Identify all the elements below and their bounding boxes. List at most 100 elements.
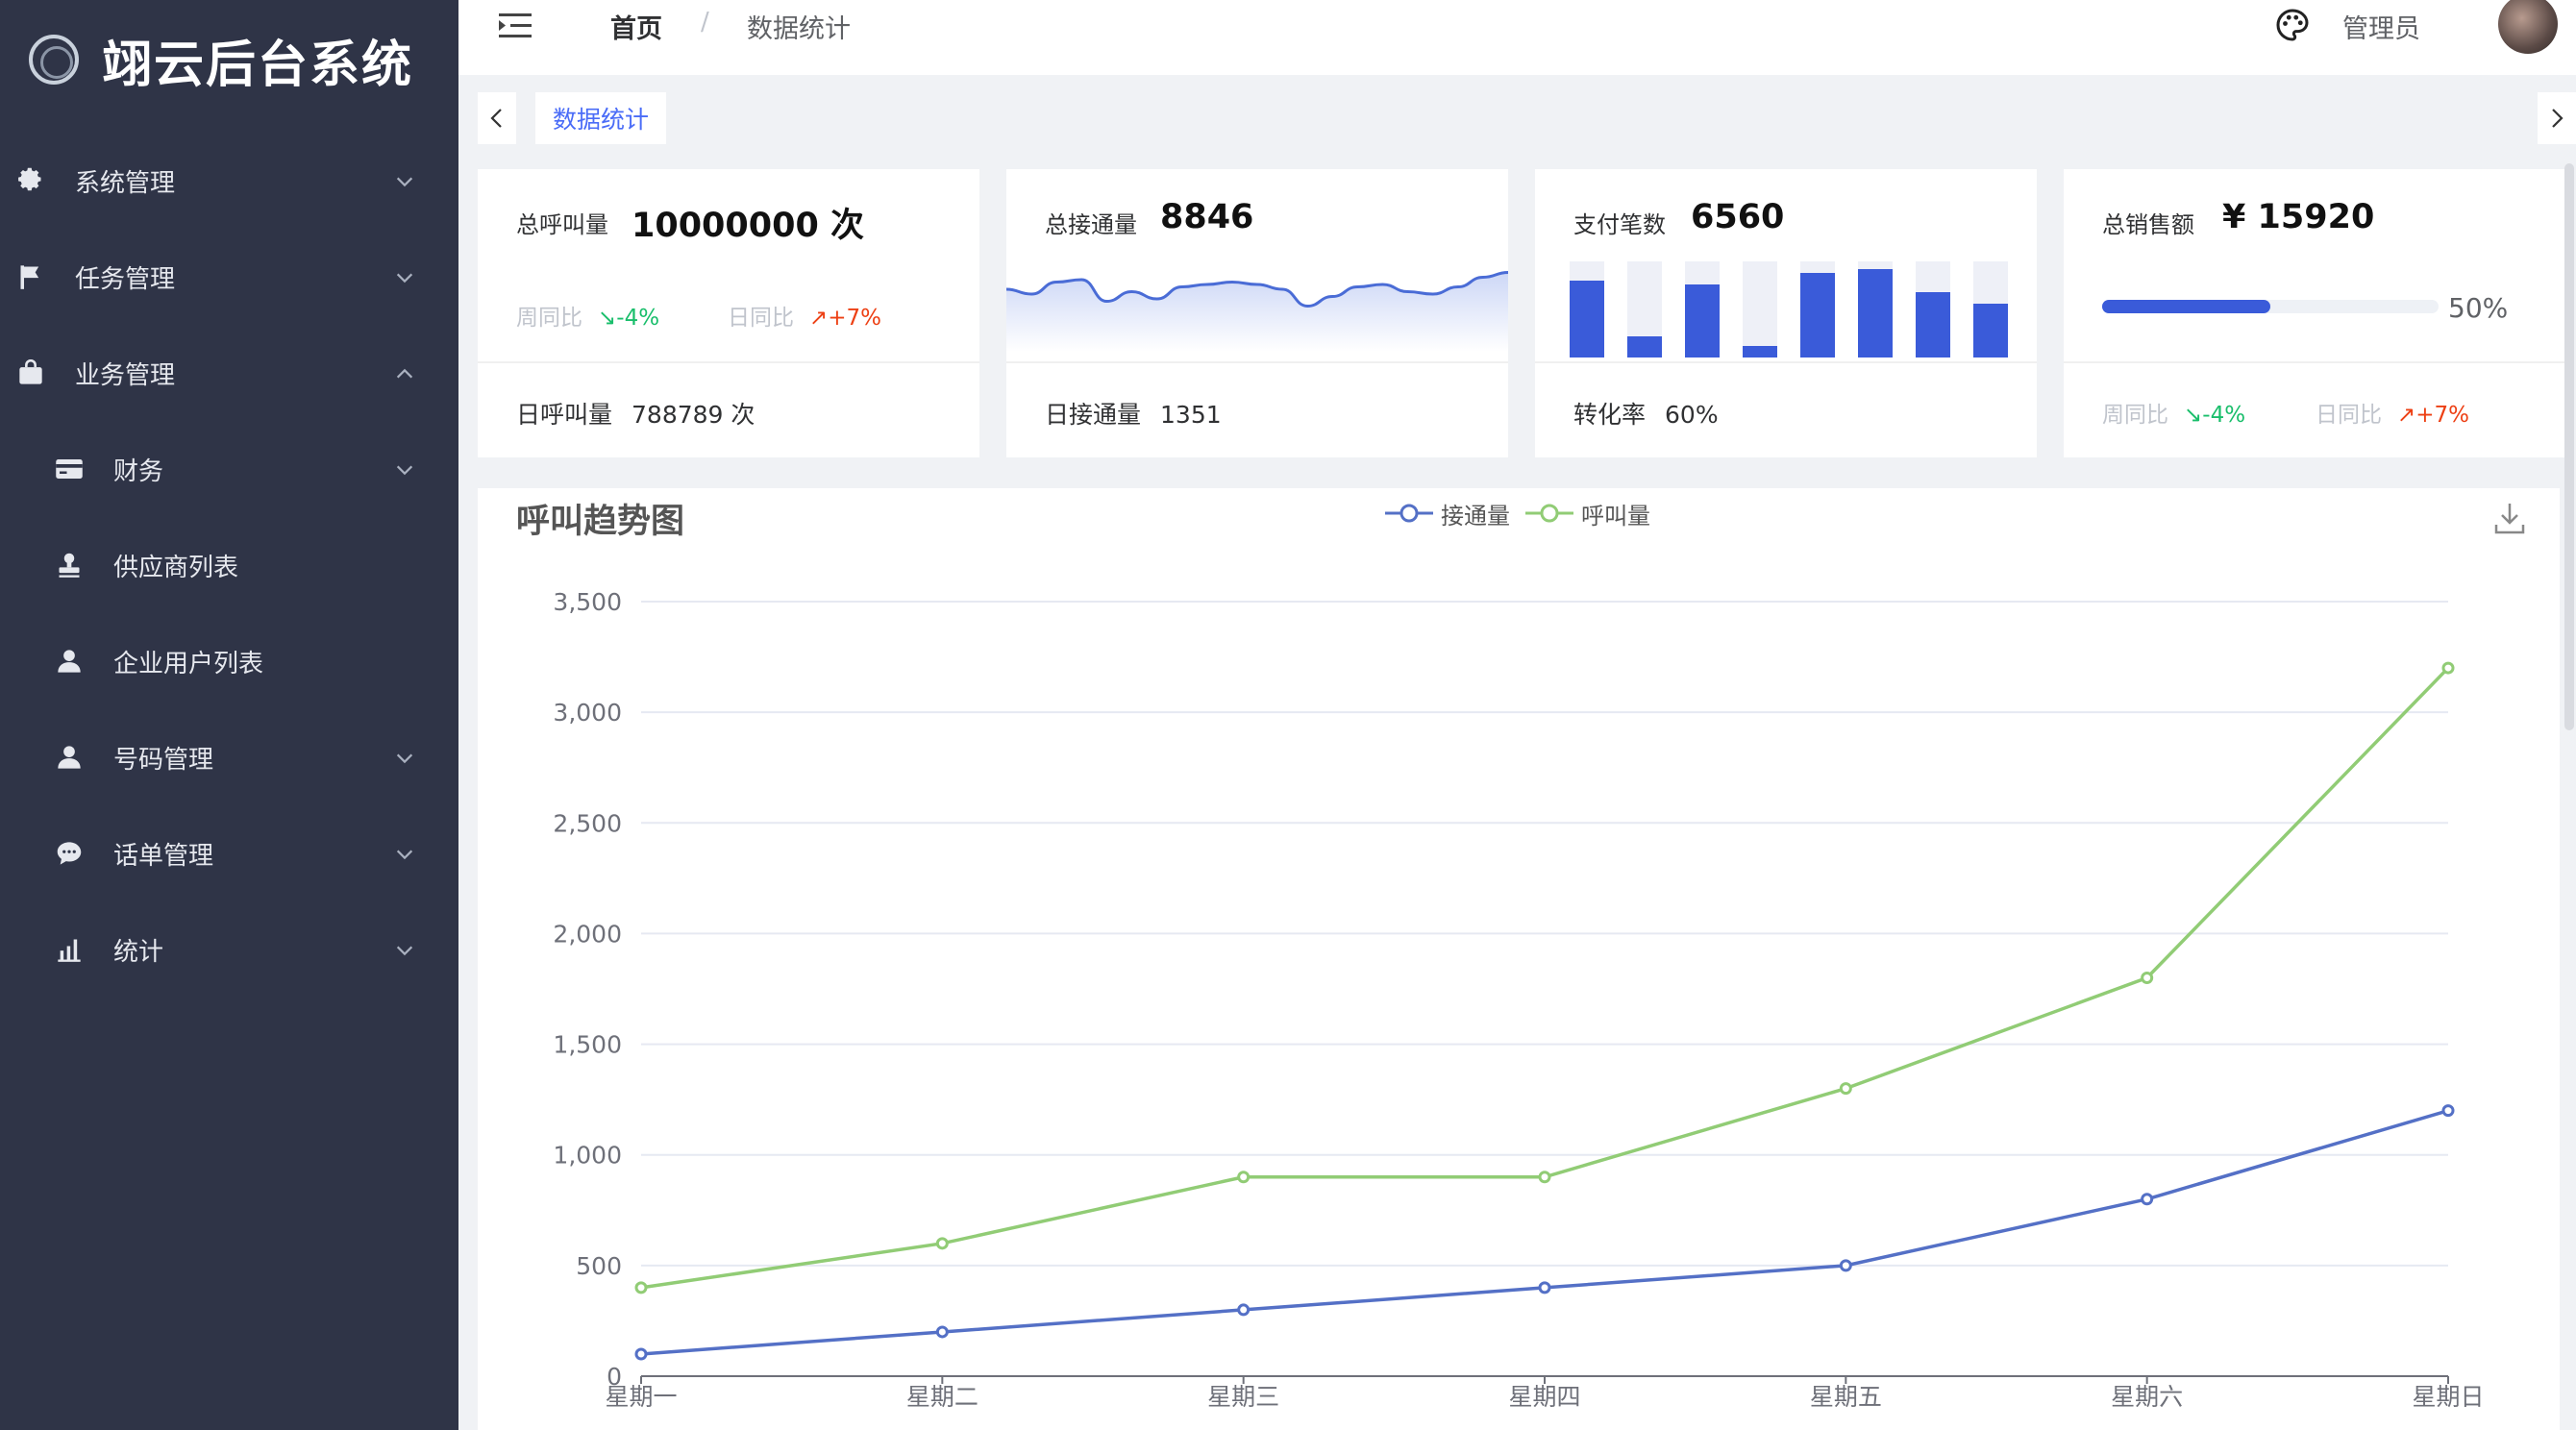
sidebar-item-system[interactable]: 系统管理	[0, 133, 458, 229]
chevron-down-icon	[394, 266, 415, 287]
card-payments: 支付笔数 6560 转化率 60%	[1535, 169, 2037, 457]
sidebar-item-suppliers[interactable]: 供应商列表	[0, 517, 458, 613]
call-trend-chart: 05001,0001,5002,0002,5003,0003,500星期一 星期二…	[553, 588, 2484, 1411]
sidebar-item-business[interactable]: 业务管理	[0, 325, 458, 421]
sidebar-item-enterprise-users[interactable]: 企业用户列表	[0, 613, 458, 709]
x-tick-label: 星期六	[2111, 1383, 2183, 1411]
sidebar: 翊云后台系统 系统管理 任务管理 业务管理 财务 供应商列表 企业用户列表 号码…	[0, 0, 458, 1430]
chevron-left-icon	[490, 109, 502, 128]
legend-label: 呼叫量	[1581, 502, 1650, 530]
card-title: 总呼叫量	[516, 211, 608, 238]
card-total-sales: 总销售额 ¥ 15920 50% 周同比 ↘-4% 日同比 ↗+7%	[2064, 169, 2565, 457]
legend-marker-connected	[1385, 504, 1433, 523]
day-compare: 日同比 ↗+7%	[728, 299, 881, 332]
mini-bar	[1800, 273, 1835, 358]
legend-item-calls[interactable]: 呼叫量	[1525, 497, 1650, 530]
username-label[interactable]: 管理员	[2342, 8, 2420, 45]
sidebar-item-label: 财务	[113, 456, 164, 486]
data-point[interactable]	[1237, 1171, 1251, 1184]
x-tick-label: 星期四	[1508, 1383, 1580, 1411]
palette-icon[interactable]	[2275, 8, 2310, 42]
x-tick-label: 星期日	[2412, 1383, 2484, 1411]
card-footer: 日接通量 1351	[1045, 396, 1222, 431]
user-icon	[54, 646, 85, 677]
day-compare-value: ↗+7%	[809, 306, 882, 331]
data-point[interactable]	[2141, 971, 2154, 984]
mini-bar-chart	[1570, 261, 2008, 358]
menu-toggle-icon[interactable]	[499, 12, 533, 40]
tab-data-statistics[interactable]: 数据统计	[535, 92, 666, 144]
progress-label: 50%	[2448, 292, 2509, 324]
legend-item-connected[interactable]: 接通量	[1385, 497, 1510, 530]
breadcrumb-home[interactable]: 首页	[610, 8, 662, 45]
download-icon[interactable]	[2492, 500, 2527, 536]
data-point[interactable]	[1839, 1082, 1852, 1096]
card-footer-label: 日呼叫量	[516, 401, 613, 429]
flag-icon	[15, 261, 46, 292]
tabs-scroll-right[interactable]	[2538, 92, 2576, 144]
data-point[interactable]	[1839, 1259, 1852, 1272]
app-title: 翊云后台系统	[102, 36, 414, 94]
card-footer-value: 1351	[1160, 401, 1222, 429]
chart-title: 呼叫趋势图	[516, 503, 685, 541]
call-trend-panel: 0 500 1,000 1,500 2,000 2,500 3,000 3,500 星期一 星期二…	[478, 488, 2560, 1430]
chevron-down-icon	[394, 458, 415, 480]
data-point[interactable]	[634, 1347, 648, 1361]
card-footer-value: 60%	[1665, 401, 1719, 429]
bar-chart-icon	[54, 934, 85, 965]
data-point[interactable]	[2141, 1193, 2154, 1206]
legend-label: 接通量	[1441, 502, 1510, 530]
day-compare-value: ↗+7%	[2397, 403, 2470, 428]
divider	[2064, 361, 2565, 363]
sidebar-item-statistics[interactable]: 统计	[0, 901, 458, 998]
card-total-calls: 总呼叫量 10000000 次 周同比 ↘-4% 日同比 ↗+7% 日呼叫量 7887…	[478, 169, 979, 457]
chevron-down-icon	[394, 747, 415, 768]
data-point[interactable]	[1538, 1171, 1551, 1184]
data-point[interactable]	[634, 1281, 648, 1294]
chevron-down-icon	[394, 843, 415, 864]
sidebar-item-label: 业务管理	[75, 360, 176, 390]
y-tick-label: 2,000	[553, 920, 622, 948]
x-tick-label: 星期一	[605, 1383, 677, 1411]
gear-icon	[15, 165, 46, 196]
day-compare-label: 日同比	[728, 306, 794, 331]
card-title: 总销售额	[2102, 211, 2194, 238]
data-point[interactable]	[2441, 1104, 2455, 1118]
card-value: ¥ 15920	[2222, 198, 2375, 236]
progress-fill	[2102, 300, 2270, 313]
card-icon	[54, 454, 85, 484]
y-tick-label: 3,000	[553, 699, 622, 727]
data-point[interactable]	[935, 1325, 949, 1339]
progress-bar	[2102, 300, 2439, 313]
y-tick-label: 3,500	[553, 588, 622, 616]
sidebar-item-label: 统计	[113, 937, 164, 967]
avatar[interactable]	[2498, 0, 2558, 54]
week-compare-label: 周同比	[2102, 403, 2168, 428]
sidebar-item-task[interactable]: 任务管理	[0, 229, 458, 325]
logo-icon	[29, 35, 79, 85]
sidebar-item-label: 号码管理	[113, 745, 214, 775]
user-icon	[54, 742, 85, 773]
sidebar-item-label: 系统管理	[75, 168, 176, 198]
sidebar-item-finance[interactable]: 财务	[0, 421, 458, 517]
sidebar-item-label: 任务管理	[75, 264, 176, 294]
sidebar-item-label: 企业用户列表	[113, 649, 264, 678]
card-footer: 转化率 60%	[1573, 396, 1719, 431]
tabs-bar: 数据统计	[458, 86, 2576, 156]
sidebar-item-cdr[interactable]: 话单管理	[0, 805, 458, 901]
data-point[interactable]	[1538, 1281, 1551, 1294]
series-line	[640, 666, 2450, 1290]
sidebar-item-numbers[interactable]: 号码管理	[0, 709, 458, 805]
data-point[interactable]	[935, 1237, 949, 1250]
tabs-scroll-left[interactable]	[478, 92, 516, 144]
x-tick-label: 星期三	[1207, 1383, 1279, 1411]
data-point[interactable]	[2441, 661, 2455, 675]
logo[interactable]: 翊云后台系统	[29, 21, 413, 98]
card-total-connected: 总接通量 8846 日接通量 1351	[1006, 169, 1508, 457]
series-line	[640, 1108, 2449, 1356]
x-tick-label: 星期五	[1810, 1383, 1882, 1411]
data-point[interactable]	[1237, 1303, 1251, 1317]
card-value: 10000000 次	[632, 207, 865, 245]
mini-bar	[1685, 284, 1720, 358]
page-scrollbar[interactable]	[2564, 163, 2574, 730]
